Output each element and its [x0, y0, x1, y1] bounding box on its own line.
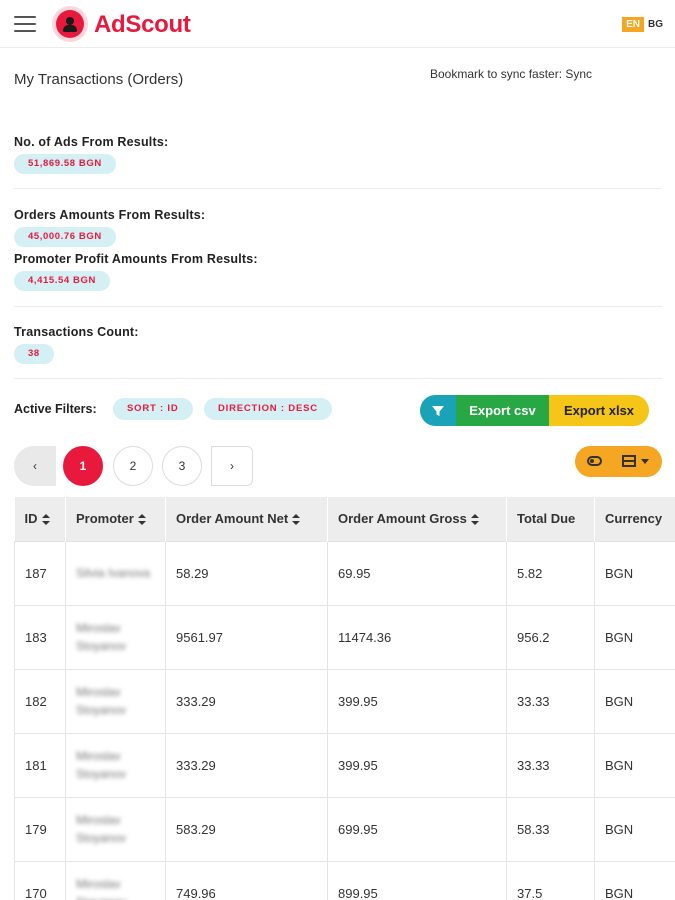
- sort-icon[interactable]: [292, 514, 301, 526]
- table-row[interactable]: 179 Miroslav Stoyanov 583.29 699.95 58.3…: [14, 796, 675, 861]
- divider: [14, 306, 662, 307]
- column-header-promoter[interactable]: Promoter: [65, 497, 166, 541]
- orders-amount-badge: 45,000.76 BGN: [14, 227, 116, 247]
- cell-id: 187: [14, 540, 66, 605]
- cell-total-due: 5.82: [506, 540, 595, 605]
- orders-amount-label: Orders Amounts From Results:: [14, 208, 206, 222]
- cell-currency: BGN: [594, 668, 675, 733]
- cell-order-amount-gross: 11474.36: [327, 604, 507, 669]
- language-switcher: EN BG: [622, 17, 663, 32]
- table-row[interactable]: 187 Silvia Ivanova 58.29 69.95 5.82 BGN: [14, 540, 675, 605]
- pagination-next[interactable]: ›: [211, 446, 253, 486]
- view-options-group: [575, 446, 662, 477]
- column-header-order-amount-net[interactable]: Order Amount Net: [165, 497, 328, 541]
- columns-icon[interactable]: [622, 455, 636, 467]
- profit-amount-label: Promoter Profit Amounts From Results:: [14, 252, 258, 266]
- cell-order-amount-gross: 399.95: [327, 732, 507, 797]
- pagination-prev[interactable]: ‹: [14, 446, 56, 486]
- cell-currency: BGN: [594, 604, 675, 669]
- cell-promoter: Miroslav Stoyanov: [65, 604, 166, 669]
- cell-total-due: 33.33: [506, 732, 595, 797]
- cell-id: 179: [14, 796, 66, 861]
- cell-id: 183: [14, 604, 66, 669]
- cell-currency: BGN: [594, 540, 675, 605]
- active-filters-label: Active Filters:: [14, 402, 97, 416]
- filter-chip-direction[interactable]: DIRECTION : DESC: [204, 398, 332, 420]
- divider: [14, 378, 662, 379]
- cell-promoter: Miroslav Stoyanov: [65, 668, 166, 733]
- cell-currency: BGN: [594, 860, 675, 900]
- cell-promoter: Miroslav Stoyanov: [65, 860, 166, 900]
- cell-order-amount-gross: 699.95: [327, 796, 507, 861]
- column-header-currency[interactable]: Currency: [594, 497, 675, 541]
- cell-currency: BGN: [594, 796, 675, 861]
- cell-total-due: 37.5: [506, 860, 595, 900]
- export-csv-button[interactable]: Export csv: [456, 395, 549, 426]
- lang-en-button[interactable]: EN: [622, 17, 644, 32]
- table-row[interactable]: 170 Miroslav Stoyanov 749.96 899.95 37.5…: [14, 860, 675, 900]
- export-button-group: Export csv Export xlsx: [420, 395, 649, 426]
- cell-total-due: 58.33: [506, 796, 595, 861]
- cell-currency: BGN: [594, 732, 675, 797]
- ads-count-label: No. of Ads From Results:: [14, 135, 169, 149]
- column-header-total-due[interactable]: Total Due: [506, 497, 595, 541]
- logo-text[interactable]: AdScout: [94, 11, 191, 39]
- cell-promoter: Miroslav Stoyanov: [65, 796, 166, 861]
- cell-order-amount-net: 583.29: [165, 796, 328, 861]
- export-xlsx-button[interactable]: Export xlsx: [549, 395, 649, 426]
- divider: [14, 188, 662, 189]
- cell-order-amount-net: 9561.97: [165, 604, 328, 669]
- transactions-count-label: Transactions Count:: [14, 325, 139, 339]
- sort-icon[interactable]: [137, 514, 146, 526]
- table-row[interactable]: 183 Miroslav Stoyanov 9561.97 11474.36 9…: [14, 604, 675, 669]
- cell-id: 181: [14, 732, 66, 797]
- cell-promoter: Silvia Ivanova: [65, 540, 166, 605]
- cell-order-amount-gross: 899.95: [327, 860, 507, 900]
- page-2-button[interactable]: 2: [113, 446, 153, 486]
- cell-order-amount-net: 58.29: [165, 540, 328, 605]
- sort-icon[interactable]: [41, 514, 50, 526]
- sort-icon[interactable]: [470, 514, 479, 526]
- cell-total-due: 956.2: [506, 604, 595, 669]
- logo-icon[interactable]: [56, 10, 84, 38]
- cell-id: 170: [14, 860, 66, 900]
- column-header-order-amount-gross[interactable]: Order Amount Gross: [327, 497, 507, 541]
- lang-bg-button[interactable]: BG: [648, 19, 663, 30]
- cell-order-amount-gross: 399.95: [327, 668, 507, 733]
- cell-order-amount-net: 333.29: [165, 732, 328, 797]
- transactions-table-wrapper: ID Promoter Order Amount Net Order Amoun…: [14, 497, 675, 900]
- bookmark-sync-link[interactable]: Bookmark to sync faster: Sync: [430, 67, 592, 81]
- page-title: My Transactions (Orders): [14, 71, 184, 88]
- transactions-table: ID Promoter Order Amount Net Order Amoun…: [14, 497, 675, 900]
- cell-total-due: 33.33: [506, 668, 595, 733]
- ads-count-badge: 51,869.58 BGN: [14, 154, 116, 174]
- filter-icon: [432, 405, 444, 416]
- cell-promoter: Miroslav Stoyanov: [65, 732, 166, 797]
- cell-order-amount-gross: 69.95: [327, 540, 507, 605]
- top-header: AdScout EN BG: [0, 0, 675, 48]
- table-header-row: ID Promoter Order Amount Net Order Amoun…: [14, 497, 675, 541]
- filter-chip-sort[interactable]: SORT : ID: [113, 398, 193, 420]
- cell-order-amount-net: 333.29: [165, 668, 328, 733]
- page-1-button[interactable]: 1: [63, 446, 103, 486]
- cell-order-amount-net: 749.96: [165, 860, 328, 900]
- transactions-count-badge: 38: [14, 344, 54, 364]
- table-row[interactable]: 181 Miroslav Stoyanov 333.29 399.95 33.3…: [14, 732, 675, 797]
- hamburger-icon[interactable]: [14, 16, 36, 32]
- cell-id: 182: [14, 668, 66, 733]
- toggle-icon[interactable]: [587, 456, 602, 466]
- column-header-id[interactable]: ID: [14, 497, 66, 541]
- page-3-button[interactable]: 3: [162, 446, 202, 486]
- filter-button[interactable]: [420, 395, 456, 426]
- chevron-down-icon[interactable]: [641, 459, 649, 464]
- profit-amount-badge: 4,415.54 BGN: [14, 271, 110, 291]
- table-row[interactable]: 182 Miroslav Stoyanov 333.29 399.95 33.3…: [14, 668, 675, 733]
